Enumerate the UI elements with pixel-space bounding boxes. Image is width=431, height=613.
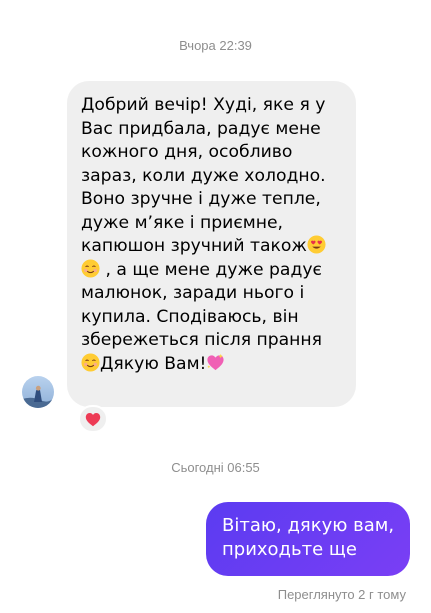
message-line: купила. Сподіваюсь, він	[81, 306, 299, 327]
contact-avatar[interactable]	[22, 376, 54, 408]
seen-status: Переглянуто 2 г тому	[277, 587, 406, 602]
message-line: , а ще мене дуже радує	[100, 259, 322, 280]
message-line: Вас придбала, радує мене	[81, 118, 321, 139]
heart-reaction[interactable]	[78, 405, 108, 433]
smiling-blush-emoji	[81, 352, 100, 372]
message-line: кожного дня, особливо	[81, 142, 293, 162]
message-line: дуже м’яке і приємне,	[81, 212, 283, 233]
timestamp-today: Сьогодні 06:55	[171, 460, 260, 475]
message-line: Дякую Вам!	[100, 353, 207, 374]
message-line: малюнок, заради нього і	[81, 283, 305, 303]
red-heart-icon	[85, 412, 101, 426]
sparkling-heart-emoji	[207, 353, 225, 370]
message-line: Добрий вечір! Худі, яке я у	[81, 95, 326, 115]
message-line: збережеться після прання	[81, 330, 322, 350]
message-line: зараз, коли дуже холодно.	[81, 165, 326, 186]
timestamp-yesterday: Вчора 22:39	[179, 38, 252, 53]
message-line: Воно зручне і дуже тепле,	[81, 189, 321, 209]
incoming-message-bubble[interactable]: Добрий вечір! Худі, яке я у Вас придбала,…	[67, 81, 356, 407]
message-line: капюшон зручний також	[81, 236, 307, 256]
avatar-photo	[22, 376, 54, 408]
smiling-blush-emoji	[81, 258, 100, 278]
heart-eyes-emoji	[307, 235, 326, 254]
outgoing-message-bubble[interactable]: Вітаю, дякую вам, приходьте ще	[206, 502, 410, 576]
